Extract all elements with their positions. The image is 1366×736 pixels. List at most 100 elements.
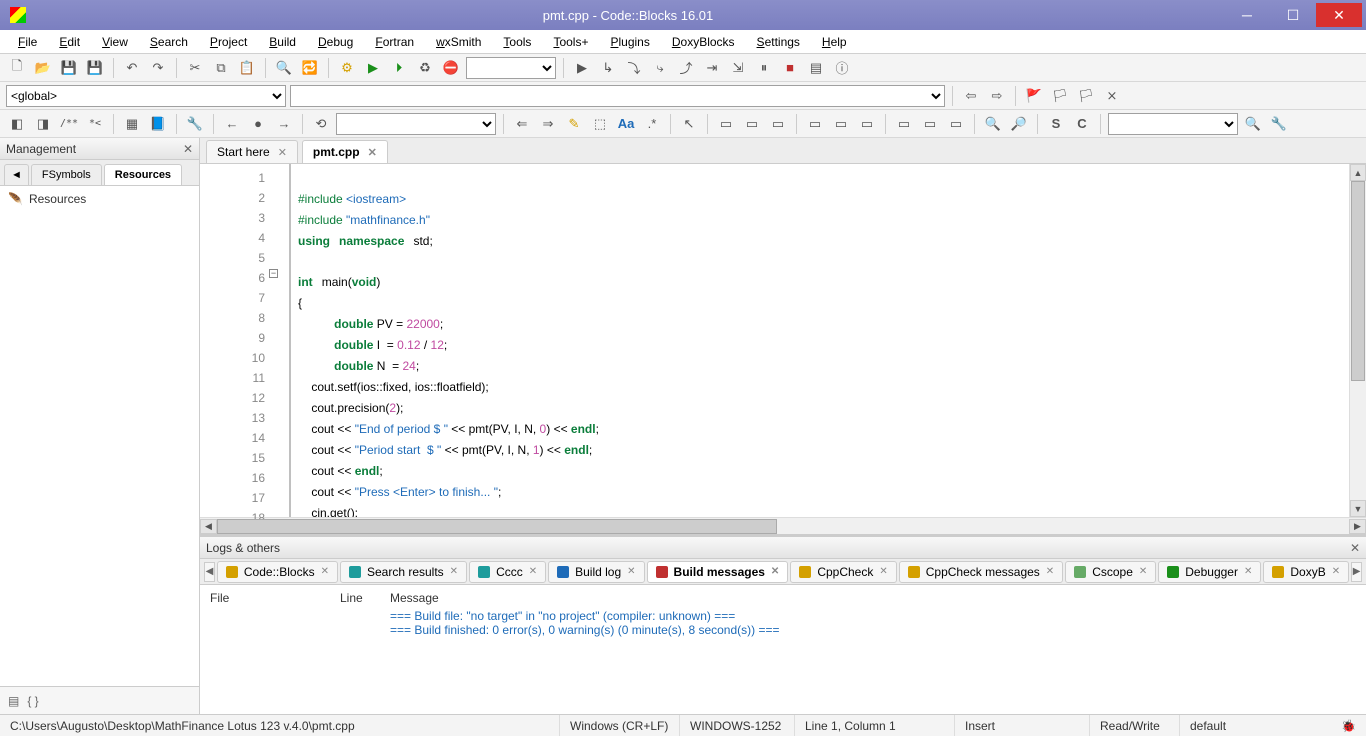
settings-wrench-icon[interactable]: 🔧 xyxy=(184,113,206,135)
jump-back-icon[interactable]: ⇦ xyxy=(960,85,982,107)
block4-icon[interactable]: ▭ xyxy=(804,113,826,135)
comment-icon[interactable]: /** xyxy=(58,113,80,135)
log-tab-cscope[interactable]: Cscope✕ xyxy=(1065,561,1156,583)
code-editor[interactable]: #include <iostream> #include "mathfinanc… xyxy=(290,164,1349,517)
block2-icon[interactable]: ▭ xyxy=(741,113,763,135)
scroll-right-icon[interactable]: ▶ xyxy=(1349,519,1366,534)
s-icon[interactable]: S xyxy=(1045,113,1067,135)
cut-icon[interactable]: ✂ xyxy=(184,57,206,79)
braces-icon[interactable]: { } xyxy=(27,694,38,708)
build-icon[interactable]: ⚙ xyxy=(336,57,358,79)
menu-build[interactable]: Build xyxy=(259,32,306,52)
doxygen-icon[interactable]: ▦ xyxy=(121,113,143,135)
info-icon[interactable]: ⓘ xyxy=(831,57,853,79)
abort-icon[interactable]: ⛔ xyxy=(440,57,462,79)
block5-icon[interactable]: ▭ xyxy=(830,113,852,135)
nav-dot-icon[interactable]: ● xyxy=(247,113,269,135)
c-icon[interactable]: C xyxy=(1071,113,1093,135)
horizontal-scrollbar[interactable]: ◀ ▶ xyxy=(200,517,1366,534)
chm-icon[interactable]: 📘 xyxy=(147,113,169,135)
stop-debug-icon[interactable]: ■ xyxy=(779,57,801,79)
log-tab-close-icon[interactable]: ✕ xyxy=(771,566,779,577)
next-instr-icon[interactable]: ⇥ xyxy=(701,57,723,79)
log-tab-build-messages[interactable]: Build messages✕ xyxy=(647,561,789,583)
log-tab-debugger[interactable]: Debugger✕ xyxy=(1158,561,1261,583)
highlight-icon[interactable]: ✎ xyxy=(563,113,585,135)
menu-settings[interactable]: Settings xyxy=(747,32,810,52)
list-view-icon[interactable]: ▤ xyxy=(8,694,19,708)
log-tab-close-icon[interactable]: ✕ xyxy=(1046,566,1054,577)
log-tab-close-icon[interactable]: ✕ xyxy=(1139,566,1147,577)
block7-icon[interactable]: ▭ xyxy=(893,113,915,135)
status-bug-icon[interactable]: 🐞 xyxy=(1331,715,1366,736)
bookmark-prev-icon[interactable]: 🏳 xyxy=(1049,85,1071,107)
block9-icon[interactable]: ▭ xyxy=(945,113,967,135)
menu-project[interactable]: Project xyxy=(200,32,257,52)
bookmark-toggle-icon[interactable]: 🚩 xyxy=(1023,85,1045,107)
last-jump-icon[interactable]: ⟲ xyxy=(310,113,332,135)
menu-edit[interactable]: Edit xyxy=(49,32,90,52)
next-diff-icon[interactable]: ⇒ xyxy=(537,113,559,135)
select-next-icon[interactable]: ⬚ xyxy=(589,113,611,135)
build-run-icon[interactable]: ⏵ xyxy=(388,57,410,79)
save-all-icon[interactable]: 💾 xyxy=(84,57,106,79)
scroll-up-icon[interactable]: ▲ xyxy=(1350,164,1366,181)
menu-fortran[interactable]: Fortran xyxy=(365,32,424,52)
copy-icon[interactable]: ⧉ xyxy=(210,57,232,79)
menu-file[interactable]: File xyxy=(8,32,47,52)
bookmark-clear-icon[interactable]: ⨯ xyxy=(1101,85,1123,107)
rebuild-icon[interactable]: ♻ xyxy=(414,57,436,79)
paste-icon[interactable]: 📋 xyxy=(236,57,258,79)
search-combo[interactable] xyxy=(1108,113,1238,135)
mgmt-tab-fsymbols[interactable]: FSymbols xyxy=(31,164,102,185)
menu-tools[interactable]: Tools xyxy=(493,32,541,52)
tab-close-icon[interactable]: ✕ xyxy=(278,146,287,159)
log-tab-close-icon[interactable]: ✕ xyxy=(879,566,887,577)
search-opts-icon[interactable]: 🔧 xyxy=(1268,113,1290,135)
maximize-button[interactable]: ☐ xyxy=(1270,3,1316,27)
tree-root[interactable]: 🪶 Resources xyxy=(8,192,191,206)
menu-wxsmith[interactable]: wxSmith xyxy=(426,32,491,52)
log-tab-cppcheck-messages[interactable]: CppCheck messages✕ xyxy=(899,561,1063,583)
undo-icon[interactable]: ↶ xyxy=(121,57,143,79)
cursor-icon[interactable]: ↖ xyxy=(678,113,700,135)
mgmt-tab-resources[interactable]: Resources xyxy=(104,164,182,185)
save-icon[interactable]: 💾 xyxy=(58,57,80,79)
toggle-source-icon[interactable]: ◧ xyxy=(6,113,28,135)
vertical-scrollbar[interactable]: ▲ ▼ xyxy=(1349,164,1366,517)
scope-combo[interactable]: <global> xyxy=(6,85,286,107)
log-tab-doxyb[interactable]: DoxyB✕ xyxy=(1263,561,1349,583)
zoom-in-icon[interactable]: 🔍 xyxy=(982,113,1004,135)
fold-toggle-icon[interactable]: − xyxy=(269,269,278,278)
log-tab-close-icon[interactable]: ✕ xyxy=(529,566,537,577)
log-tab-cppcheck[interactable]: CppCheck✕ xyxy=(790,561,896,583)
menu-search[interactable]: Search xyxy=(140,32,198,52)
build-messages-body[interactable]: File Line Message === Build file: "no ta… xyxy=(200,585,1366,714)
hscroll-thumb[interactable] xyxy=(217,519,777,534)
open-file-icon[interactable]: 📂 xyxy=(32,57,54,79)
new-file-icon[interactable]: 🗋 xyxy=(6,57,28,79)
menu-tools[interactable]: Tools+ xyxy=(543,32,598,52)
log-tab-close-icon[interactable]: ✕ xyxy=(1332,566,1340,577)
zoom-out-icon[interactable]: 🔎 xyxy=(1008,113,1030,135)
log-tab-close-icon[interactable]: ✕ xyxy=(450,566,458,577)
log-tab-build-log[interactable]: Build log✕ xyxy=(548,561,644,583)
debug-windows-icon[interactable]: ▤ xyxy=(805,57,827,79)
block1-icon[interactable]: ▭ xyxy=(715,113,737,135)
run-icon[interactable]: ▶ xyxy=(362,57,384,79)
step-instr-icon[interactable]: ⇲ xyxy=(727,57,749,79)
find-icon[interactable]: 🔍 xyxy=(273,57,295,79)
mgmt-tab-scroll-left[interactable]: ◄ xyxy=(4,164,29,185)
block6-icon[interactable]: ▭ xyxy=(856,113,878,135)
regex-icon[interactable]: .* xyxy=(641,113,663,135)
run-to-cursor-icon[interactable]: ↳ xyxy=(597,57,619,79)
break-icon[interactable]: ⏸ xyxy=(753,57,775,79)
log-tab-cccc[interactable]: Cccc✕ xyxy=(469,561,546,583)
symbol-combo[interactable] xyxy=(290,85,945,107)
log-tab-code-blocks[interactable]: Code::Blocks✕ xyxy=(217,561,338,583)
match-case-icon[interactable]: Aa xyxy=(615,113,637,135)
tab-close-icon[interactable]: ✕ xyxy=(368,146,377,159)
close-button[interactable]: ✕ xyxy=(1316,3,1362,27)
log-tabs-scroll-right[interactable]: ▶ xyxy=(1351,562,1362,582)
replace-icon[interactable]: 🔁 xyxy=(299,57,321,79)
